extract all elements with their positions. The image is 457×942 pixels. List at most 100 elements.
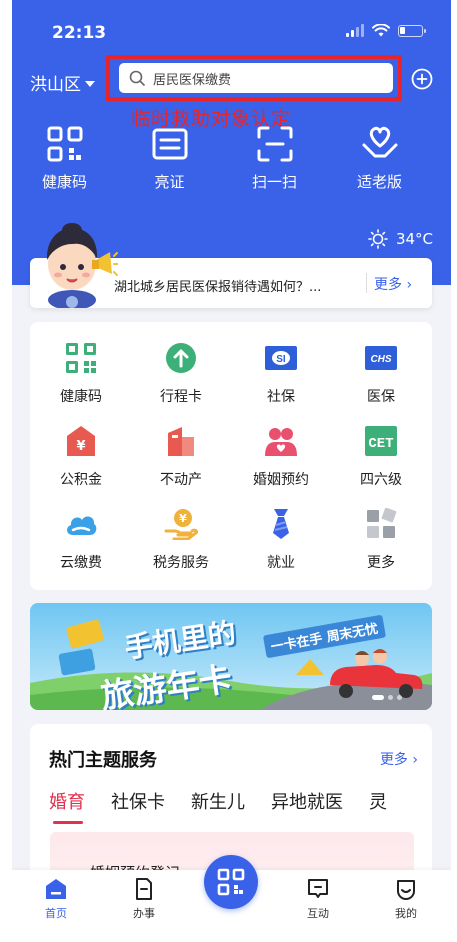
- scan-icon: [257, 126, 292, 162]
- topics-more-link[interactable]: 更多 ›: [380, 749, 418, 769]
- cet-icon: CET: [365, 426, 397, 456]
- mascot-avatar: [46, 223, 118, 308]
- chevron-down-icon: [85, 80, 95, 87]
- service-itinerary-card[interactable]: 行程卡: [131, 342, 231, 425]
- search-icon: [129, 70, 145, 86]
- service-real-estate[interactable]: 不动产: [131, 425, 231, 508]
- smile-icon: [397, 880, 415, 900]
- qr-code-icon: [47, 126, 82, 162]
- service-label: 不动产: [160, 472, 202, 488]
- banner-pagination: [372, 695, 402, 700]
- status-time: 22:13: [52, 23, 107, 43]
- house-fund-icon: ¥: [67, 426, 95, 456]
- tab-remote-medical[interactable]: 异地就医: [271, 788, 343, 814]
- topics-more-label: 更多: [379, 752, 408, 768]
- service-marriage-appointment[interactable]: 婚姻预约: [231, 425, 331, 508]
- tab-label: 首页: [45, 907, 67, 920]
- service-cet[interactable]: CET 四六级: [331, 425, 431, 508]
- service-label: 医保: [367, 389, 395, 405]
- chat-icon: [308, 879, 328, 898]
- service-label: 行程卡: [160, 389, 202, 405]
- scan-qr-button[interactable]: [204, 855, 258, 909]
- notice-more-link[interactable]: 更多 ›: [374, 274, 412, 294]
- tab-marriage[interactable]: 婚育: [49, 788, 85, 824]
- tie-icon: [273, 509, 289, 539]
- social-security-icon: SI: [265, 346, 297, 370]
- tab-flexible[interactable]: 灵: [369, 788, 387, 814]
- notice-divider: [366, 273, 367, 293]
- service-label: 就业: [267, 555, 295, 571]
- medical-insurance-icon: CHS: [365, 346, 397, 370]
- qr-code-icon: [66, 343, 96, 373]
- tab-social-card[interactable]: 社保卡: [111, 788, 165, 814]
- tax-icon: ¥: [164, 509, 199, 541]
- service-medical-insurance[interactable]: CHS 医保: [331, 342, 431, 425]
- tab-label: 我的: [395, 907, 417, 920]
- services-panel: 健康码 行程卡 SI 社保 CHS 医保 ¥ 公积金 不动产 婚姻预约 CET …: [30, 322, 432, 590]
- search-placeholder: 居民医保缴费: [153, 72, 232, 88]
- add-icon[interactable]: [411, 68, 433, 90]
- service-health-code[interactable]: 健康码: [31, 342, 131, 425]
- svg-text:CHS: CHS: [370, 354, 391, 365]
- notice-more-label: 更多: [374, 277, 402, 293]
- building-icon: [168, 427, 194, 456]
- service-more[interactable]: 更多: [331, 507, 431, 591]
- tab-mine[interactable]: 我的: [376, 878, 436, 921]
- service-label: 社保: [267, 389, 295, 405]
- service-label: 婚姻预约: [253, 472, 309, 488]
- quick-action-health-code[interactable]: 健康码: [12, 126, 117, 192]
- promo-banner[interactable]: 手机里的 旅游年卡 一卡在手 周末无忧: [30, 603, 432, 710]
- service-cloud-payment[interactable]: 云缴费: [31, 508, 131, 591]
- service-label: 四六级: [360, 472, 402, 488]
- signal-icon: [346, 24, 364, 37]
- svg-text:¥: ¥: [76, 439, 85, 454]
- quick-actions: 健康码 亮证 扫一扫 适老版: [12, 126, 451, 192]
- more-grid-icon: [367, 507, 397, 538]
- service-label: 云缴费: [60, 555, 102, 571]
- tab-home[interactable]: 首页: [26, 878, 86, 921]
- quick-action-label: 适老版: [356, 173, 402, 191]
- app-screen: 22:13 洪山区 居民医保缴费 临时救助对象认定 健康码 亮证 扫一扫 适老版…: [12, 0, 451, 942]
- topic-tabs: 婚育 社保卡 新生儿 异地就医 灵: [49, 788, 387, 824]
- home-icon: [46, 879, 66, 899]
- service-employment[interactable]: 就业: [231, 508, 331, 591]
- service-social-security[interactable]: SI 社保: [231, 342, 331, 425]
- services-grid: 健康码 行程卡 SI 社保 CHS 医保 ¥ 公积金 不动产 婚姻预约 CET …: [30, 322, 432, 591]
- service-label: 公积金: [60, 472, 102, 488]
- svg-text:SI: SI: [276, 354, 286, 365]
- svg-text:CET: CET: [368, 436, 393, 452]
- service-label: 税务服务: [153, 555, 209, 571]
- tab-services[interactable]: 办事: [114, 878, 174, 921]
- quick-action-scan[interactable]: 扫一扫: [222, 126, 327, 192]
- search-input[interactable]: 居民医保缴费: [119, 63, 393, 93]
- tab-label: 互动: [307, 907, 329, 920]
- district-label: 洪山区: [30, 75, 81, 95]
- service-tax[interactable]: ¥ 税务服务: [131, 508, 231, 591]
- document-icon: [136, 878, 152, 900]
- temperature: 34°C: [395, 230, 433, 248]
- district-selector[interactable]: 洪山区: [30, 70, 95, 95]
- id-card-icon: [152, 128, 187, 160]
- quick-action-elderly-mode[interactable]: 适老版: [327, 126, 432, 192]
- notice-text: 湖北城乡居民医保报销待遇如何？...: [114, 280, 322, 295]
- arrow-up-icon: [166, 343, 196, 373]
- weather-widget: 34°C: [368, 229, 433, 249]
- quick-action-label: 健康码: [41, 173, 87, 191]
- qr-code-icon: [217, 868, 245, 896]
- svg-text:¥: ¥: [179, 512, 187, 525]
- quick-action-label: 扫一扫: [251, 173, 297, 191]
- service-label: 更多: [367, 555, 395, 571]
- status-bar: 22:13: [12, 0, 451, 60]
- section-title: 热门主题服务: [49, 750, 157, 771]
- tab-interact[interactable]: 互动: [288, 878, 348, 921]
- battery-icon: [398, 24, 426, 37]
- wifi-icon: [372, 24, 390, 37]
- quick-action-show-id[interactable]: 亮证: [117, 126, 222, 192]
- tab-newborn[interactable]: 新生儿: [191, 788, 245, 814]
- sun-icon: [368, 229, 388, 249]
- tab-label: 办事: [133, 907, 155, 920]
- heart-hand-icon: [362, 126, 397, 158]
- couple-icon: [265, 428, 297, 456]
- status-icons: [346, 24, 426, 37]
- service-housing-fund[interactable]: ¥ 公积金: [31, 425, 131, 508]
